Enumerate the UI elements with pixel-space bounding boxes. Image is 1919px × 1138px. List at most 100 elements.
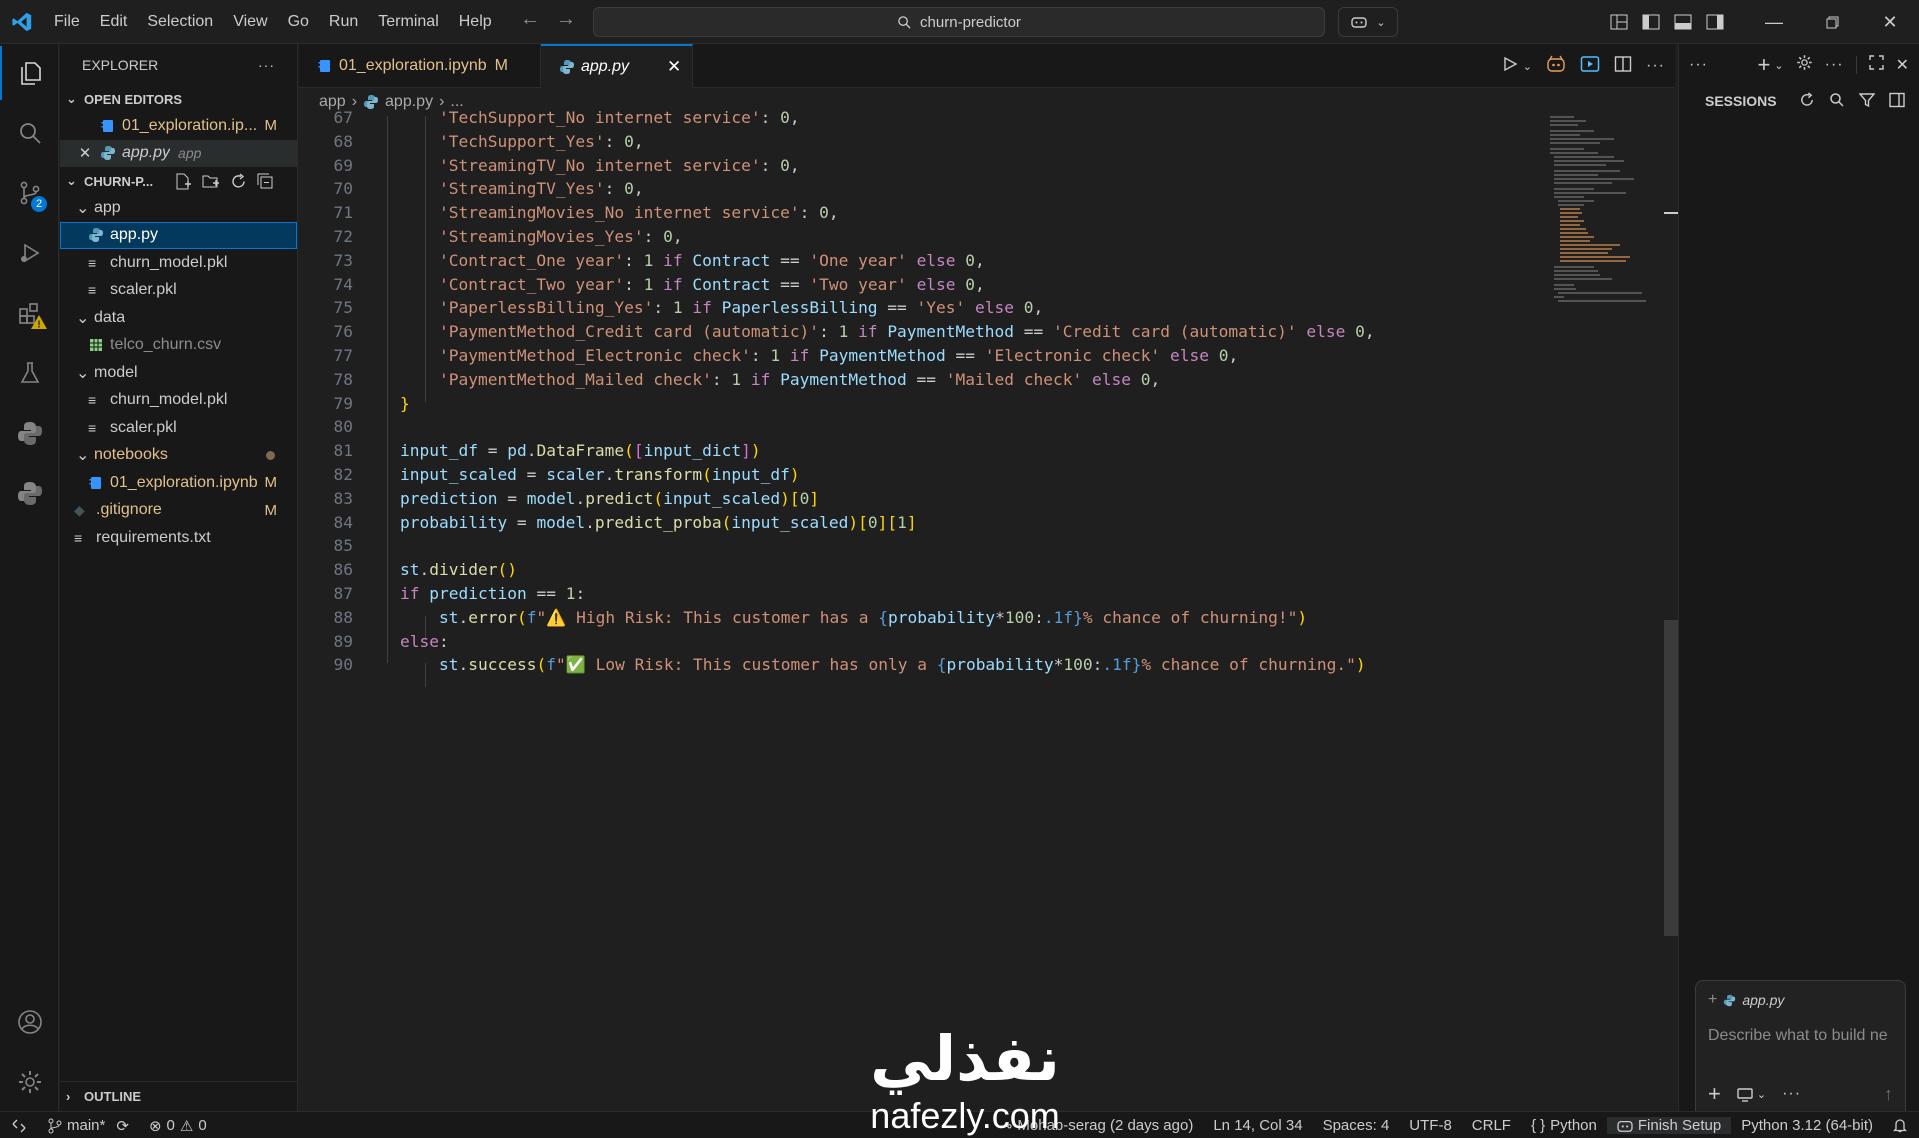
file-model-scaler-pkl[interactable]: ≡ scaler.pkl — [60, 414, 297, 442]
menu-view[interactable]: View — [223, 0, 277, 44]
close-window-icon[interactable]: ✕ — [1861, 0, 1919, 44]
code-line[interactable]: 83 prediction = model.predict(input_scal… — [299, 487, 1539, 511]
menu-terminal[interactable]: Terminal — [368, 0, 448, 44]
menu-edit[interactable]: Edit — [90, 0, 138, 44]
account-icon[interactable] — [0, 995, 59, 1049]
refresh-icon[interactable] — [1799, 91, 1815, 111]
code-line[interactable]: 76 'PaymentMethod_Credit card (automatic… — [299, 320, 1539, 344]
folder-data[interactable]: ⌄ data — [60, 304, 297, 332]
open-editor-item-active[interactable]: ✕ app.py app — [60, 139, 297, 167]
more-actions-icon[interactable]: ··· — [258, 57, 275, 73]
toggle-view-icon[interactable] — [1889, 92, 1905, 111]
chevron-down-icon[interactable]: ⌄ — [1774, 59, 1783, 72]
code-line[interactable]: 70 'StreamingTV_Yes': 0, — [299, 177, 1539, 201]
menu-file[interactable]: File — [44, 0, 90, 44]
close-panel-icon[interactable]: ✕ — [1896, 55, 1909, 75]
run-debug-icon[interactable] — [0, 226, 59, 280]
open-editors-header[interactable]: ⌄ OPEN EDITORS — [60, 86, 297, 112]
finish-setup-button[interactable]: Finish Setup — [1606, 1117, 1732, 1134]
code-line[interactable]: 87 if prediction == 1: — [299, 582, 1539, 606]
more-actions-icon[interactable]: ··· — [1825, 56, 1844, 74]
settings-gear-icon[interactable] — [0, 1055, 59, 1109]
agent-target-icon[interactable]: ⌄ — [1737, 1087, 1766, 1102]
new-folder-icon[interactable] — [202, 173, 220, 190]
file-churn-model-pkl[interactable]: ≡ churn_model.pkl — [60, 249, 297, 277]
file-telco-churn-csv[interactable]: telco_churn.csv — [60, 332, 297, 360]
problems-indicator[interactable]: ⊗ 0 ⚠ 0 — [139, 1117, 217, 1135]
file-scaler-pkl[interactable]: ≡ scaler.pkl — [60, 277, 297, 305]
explorer-icon[interactable] — [0, 46, 59, 100]
code-line[interactable]: 73 'Contract_One year': 1 if Contract ==… — [299, 249, 1539, 273]
tab-app-py[interactable]: app.py ✕ — [541, 44, 693, 88]
file-gitignore[interactable]: ◆ .gitignore M — [60, 497, 297, 525]
workspace-header[interactable]: ⌄ CHURN-P... — [60, 168, 297, 194]
code-line[interactable]: 69 'StreamingTV_No internet service': 0, — [299, 154, 1539, 178]
file-exploration-ipynb[interactable]: 01_exploration.ipynb M — [60, 469, 297, 497]
indentation-indicator[interactable]: Spaces: 4 — [1313, 1117, 1400, 1134]
more-actions-icon[interactable]: ··· — [1689, 56, 1708, 74]
back-arrow-icon[interactable]: ← — [520, 8, 540, 31]
code-line[interactable]: 71 'StreamingMovies_No internet service'… — [299, 201, 1539, 225]
cursor-position[interactable]: Ln 14, Col 34 — [1203, 1117, 1312, 1134]
menu-go[interactable]: Go — [278, 0, 319, 44]
toggle-secondary-sidebar-icon[interactable] — [1699, 0, 1731, 44]
run-python-file-icon[interactable] — [1501, 55, 1519, 78]
file-requirements-txt[interactable]: ≡ requirements.txt — [60, 524, 297, 552]
search-icon[interactable] — [1829, 92, 1845, 111]
collapse-all-icon[interactable] — [257, 173, 274, 190]
minimap[interactable] — [1548, 116, 1658, 306]
code-editor[interactable]: 67 'TechSupport_No internet service': 0,… — [299, 108, 1549, 1106]
file-model-churn-model-pkl[interactable]: ≡ churn_model.pkl — [60, 387, 297, 415]
code-line[interactable]: 85 — [299, 534, 1539, 558]
code-line[interactable]: 75 'PaperlessBilling_Yes': 1 if Paperles… — [299, 296, 1539, 320]
command-center-search[interactable]: churn-predictor — [593, 7, 1325, 37]
copilot-face-icon[interactable] — [1546, 55, 1566, 78]
code-line[interactable]: 77 'PaymentMethod_Electronic check': 1 i… — [299, 344, 1539, 368]
code-line[interactable]: 89 else: — [299, 630, 1539, 654]
python-interpreter[interactable]: Python 3.12 (64-bit) — [1731, 1117, 1883, 1134]
toggle-panel-icon[interactable] — [1667, 0, 1699, 44]
menu-selection[interactable]: Selection — [137, 0, 223, 44]
new-file-icon[interactable] — [174, 173, 192, 190]
more-actions-icon[interactable]: ··· — [1782, 1085, 1801, 1103]
code-line[interactable]: 90 st.success(f"✅ Low Risk: This custome… — [299, 653, 1539, 677]
code-line[interactable]: 84 probability = model.predict_proba(inp… — [299, 511, 1539, 535]
chat-input-placeholder[interactable]: Describe what to build ne — [1708, 1027, 1903, 1045]
code-line[interactable]: 74 'Contract_Two year': 1 if Contract ==… — [299, 273, 1539, 297]
eol-indicator[interactable]: CRLF — [1462, 1117, 1521, 1134]
branch-indicator[interactable]: main* ⟳ — [38, 1117, 139, 1135]
preview-icon[interactable] — [1580, 55, 1600, 78]
menu-run[interactable]: Run — [319, 0, 368, 44]
folder-model[interactable]: ⌄ model — [60, 359, 297, 387]
context-chip[interactable]: + app.py — [1708, 991, 1784, 1009]
chat-input-box[interactable]: + app.py Describe what to build ne + ⌄ ·… — [1695, 980, 1906, 1120]
code-line[interactable]: 82 input_scaled = scaler.transform(input… — [299, 463, 1539, 487]
code-line[interactable]: 81 input_df = pd.DataFrame([input_dict]) — [299, 439, 1539, 463]
remote-indicator-icon[interactable] — [0, 1112, 38, 1138]
code-line[interactable]: 72 'StreamingMovies_Yes': 0, — [299, 225, 1539, 249]
customize-layout-icon[interactable] — [1603, 0, 1635, 44]
new-session-plus-icon[interactable]: + — [1758, 52, 1771, 78]
close-tab-icon[interactable]: ✕ — [667, 57, 681, 77]
folder-notebooks[interactable]: ⌄ notebooks — [60, 442, 297, 470]
menu-help[interactable]: Help — [449, 0, 502, 44]
encoding-indicator[interactable]: UTF-8 — [1399, 1117, 1462, 1134]
editor-scrollbar[interactable] — [1664, 620, 1678, 936]
split-editor-icon[interactable] — [1614, 55, 1632, 78]
restore-icon[interactable] — [1803, 0, 1861, 44]
open-editor-item[interactable]: 01_exploration.ip... M — [60, 112, 297, 140]
sync-icon[interactable]: ⟳ — [116, 1117, 129, 1135]
chevron-down-icon[interactable]: ⌄ — [1523, 60, 1532, 73]
file-app-py[interactable]: app.py — [60, 221, 297, 249]
outline-header[interactable]: › OUTLINE — [60, 1081, 298, 1111]
more-actions-icon[interactable]: ··· — [1646, 57, 1665, 75]
search-icon[interactable] — [0, 106, 59, 160]
code-line[interactable]: 80 — [299, 415, 1539, 439]
add-plus-icon[interactable]: + — [1708, 1081, 1721, 1107]
add-context-icon[interactable]: + — [1708, 991, 1717, 1009]
code-line[interactable]: 78 'PaymentMethod_Mailed check': 1 if Pa… — [299, 368, 1539, 392]
language-mode[interactable]: { } Python — [1521, 1117, 1607, 1134]
close-editor-icon[interactable]: ✕ — [74, 144, 96, 162]
python-icon[interactable] — [0, 406, 59, 460]
send-arrow-icon[interactable]: ↑ — [1884, 1084, 1893, 1105]
